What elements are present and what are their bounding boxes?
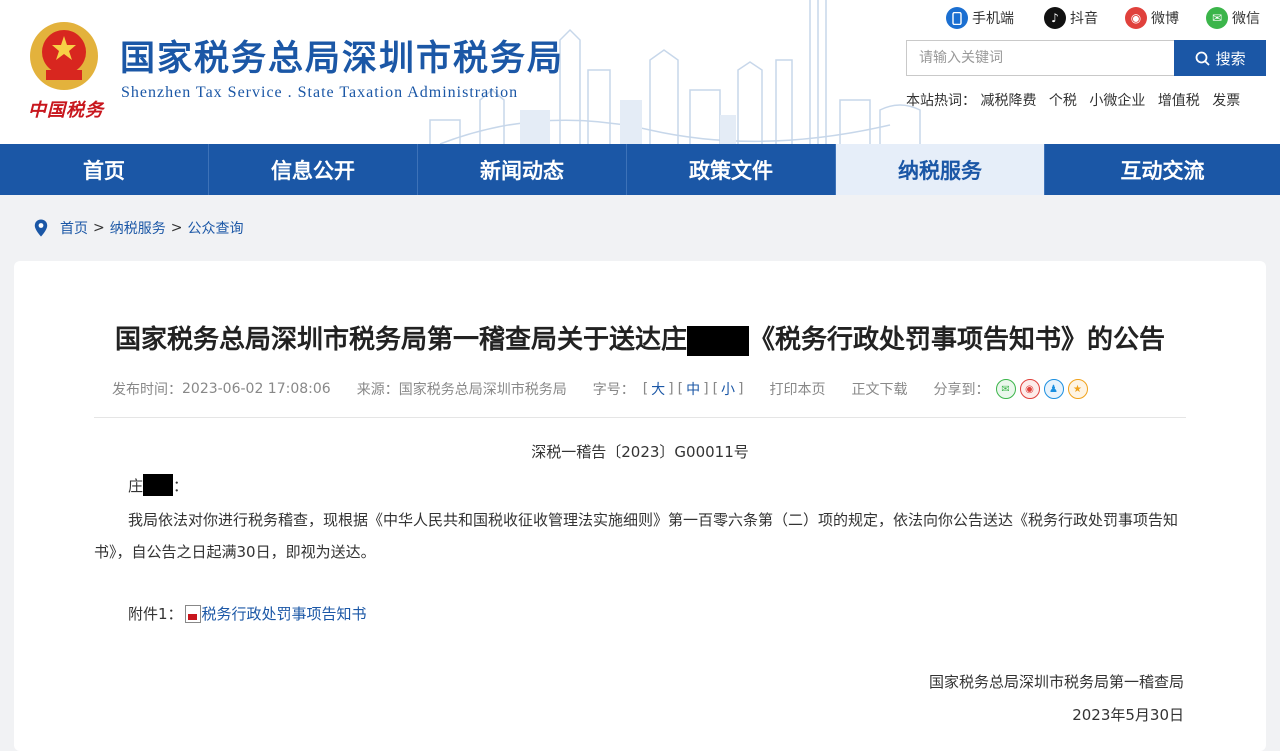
salutation-suffix: ：	[173, 477, 189, 495]
share-wechat-icon[interactable]: ✉	[995, 379, 1016, 399]
download-text-link[interactable]: 正文下载	[852, 379, 908, 399]
pdf-file-icon	[184, 604, 201, 623]
attachment-label: 附件1：	[128, 605, 183, 623]
signature: 国家税务总局深圳市税务局第一稽查局	[928, 673, 1184, 691]
logo-slogan: 中国税务	[28, 100, 104, 121]
article-title: 国家税务总局深圳市税务局第一稽查局关于送达庄 《税务行政处罚事项告知书》的公告	[14, 319, 1266, 356]
article-title-part2: 《税务行政处罚事项告知书》的公告	[749, 325, 1166, 355]
wechat-link[interactable]: ✉ 微信	[1206, 6, 1260, 30]
douyin-link[interactable]: ♪ 抖音	[1044, 6, 1098, 30]
nav-tax-service[interactable]: 纳税服务	[836, 144, 1045, 195]
search-box: 搜索	[906, 40, 1266, 76]
search-icon	[1195, 51, 1210, 66]
site-subtitle: Shenzhen Tax Service . State Taxation Ad…	[121, 84, 519, 101]
search-input[interactable]	[906, 40, 1175, 76]
hot-word-invoice[interactable]: 发票	[1212, 93, 1240, 109]
hot-word-individual-tax[interactable]: 个税	[1049, 93, 1077, 109]
douyin-icon: ♪	[1044, 7, 1066, 29]
font-size-label: 字号：	[592, 382, 635, 398]
hot-words: 本站热词： 减税降费 个税 小微企业 增值税 发票	[906, 90, 1240, 110]
hot-word-small-business[interactable]: 小微企业	[1089, 93, 1145, 109]
breadcrumb-separator: >	[170, 220, 183, 236]
attachment: 附件1： 税务行政处罚事项告知书	[128, 603, 367, 624]
mobile-icon	[946, 7, 968, 29]
mobile-link[interactable]: 手机端	[946, 6, 1014, 30]
wechat-label: 微信	[1232, 11, 1260, 27]
article-title-part1: 国家税务总局深圳市税务局第一稽查局关于送达庄	[114, 325, 687, 355]
meta-divider	[94, 417, 1186, 418]
breadcrumb: 首页 > 纳税服务 > 公众查询	[34, 218, 243, 238]
main-nav: 首页 信息公开 新闻动态 政策文件 纳税服务 互动交流	[0, 144, 1280, 195]
breadcrumb-tax-service[interactable]: 纳税服务	[110, 218, 166, 238]
national-emblem-logo	[30, 22, 98, 90]
attachment-link[interactable]: 税务行政处罚事项告知书	[202, 603, 367, 624]
share-weibo-icon[interactable]: ◉	[1019, 379, 1040, 399]
article-body: 我局依法对你进行税务稽查，现根据《中华人民共和国税收征收管理法实施细则》第一百零…	[94, 511, 1179, 561]
signature-date: 2023年5月30日	[1072, 706, 1184, 724]
wechat-icon: ✉	[1206, 7, 1228, 29]
share-qq-icon[interactable]: ♟	[1043, 379, 1064, 399]
font-size-small[interactable]: 小	[721, 379, 735, 399]
site-title[interactable]: 国家税务总局深圳市税务局	[120, 30, 564, 81]
salutation: 庄：	[128, 474, 188, 496]
hot-words-label: 本站热词：	[906, 93, 976, 109]
share-label: 分享到：	[933, 382, 990, 398]
breadcrumb-home[interactable]: 首页	[60, 218, 88, 238]
location-pin-icon	[34, 219, 48, 237]
nav-info-disclosure[interactable]: 信息公开	[209, 144, 418, 195]
nav-interaction[interactable]: 互动交流	[1045, 144, 1280, 195]
weibo-link[interactable]: ◉ 微博	[1125, 6, 1179, 30]
site-header: 中国税务 国家税务总局深圳市税务局 Shenzhen Tax Service .…	[0, 0, 1280, 144]
publish-time-label: 发布时间：	[112, 382, 182, 398]
redaction-block	[143, 474, 174, 496]
weibo-label: 微博	[1151, 11, 1179, 27]
douyin-label: 抖音	[1070, 11, 1098, 27]
hot-word-vat[interactable]: 增值税	[1158, 93, 1200, 109]
article-meta: 发布时间： 2023-06-02 17:08:06 来源： 国家税务总局深圳市税…	[112, 379, 1088, 399]
nav-policy[interactable]: 政策文件	[627, 144, 836, 195]
breadcrumb-separator: >	[93, 220, 105, 236]
source-label: 来源：	[356, 382, 399, 398]
print-page-link[interactable]: 打印本页	[770, 379, 826, 399]
document-number: 深税一稽告〔2023〕G00011号	[531, 443, 749, 461]
hot-word-tax-reduction[interactable]: 减税降费	[980, 93, 1036, 109]
source-value: 国家税务总局深圳市税务局	[398, 382, 567, 398]
font-size-medium[interactable]: 中	[686, 379, 700, 399]
article-card: 国家税务总局深圳市税务局第一稽查局关于送达庄 《税务行政处罚事项告知书》的公告 发…	[14, 261, 1266, 751]
salutation-prefix: 庄	[128, 477, 144, 495]
search-button[interactable]: 搜索	[1174, 40, 1266, 76]
search-button-label: 搜索	[1215, 49, 1246, 68]
redaction-block	[687, 325, 749, 356]
publish-time: 2023-06-02 17:08:06	[182, 381, 331, 397]
weibo-icon: ◉	[1125, 7, 1147, 29]
mobile-label: 手机端	[972, 11, 1014, 27]
nav-news[interactable]: 新闻动态	[418, 144, 627, 195]
share-qzone-icon[interactable]: ★	[1067, 379, 1088, 399]
font-size-large[interactable]: 大	[651, 379, 665, 399]
breadcrumb-public-query[interactable]: 公众查询	[187, 218, 243, 238]
nav-home[interactable]: 首页	[0, 144, 209, 195]
